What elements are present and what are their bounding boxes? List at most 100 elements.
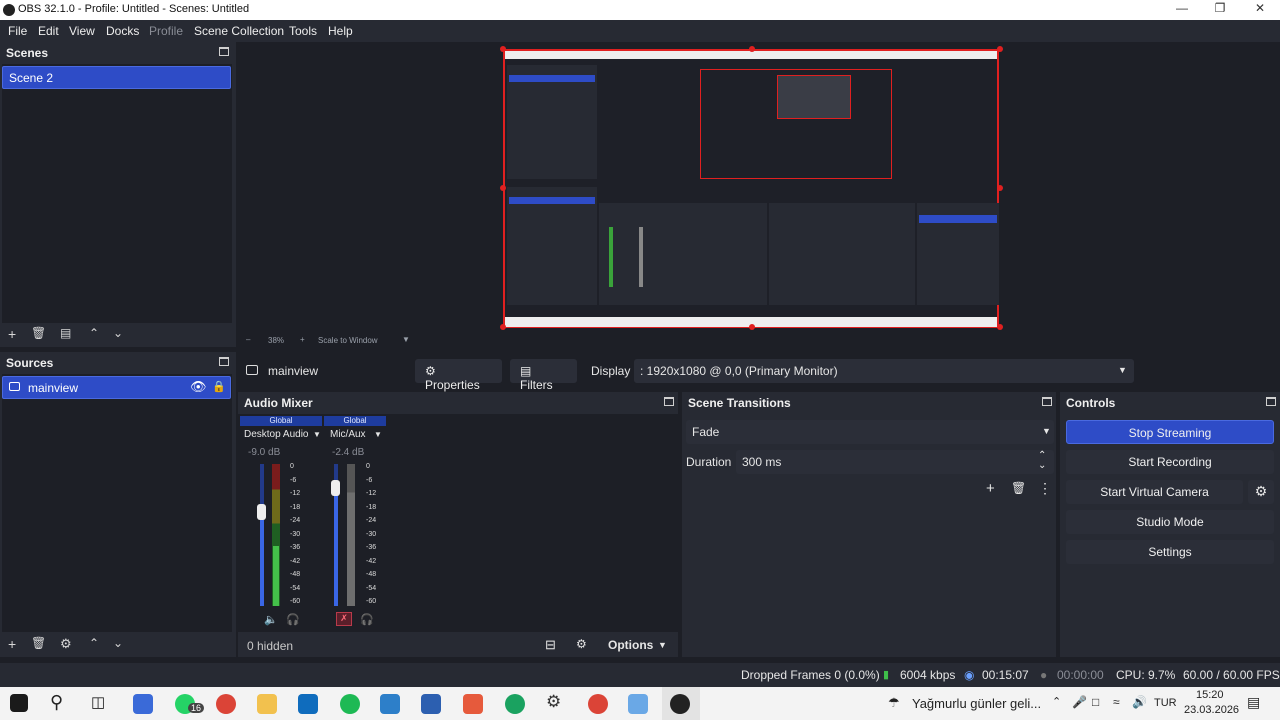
channel-name[interactable]: Desktop Audio — [244, 429, 309, 440]
clock-time[interactable]: 15:20 — [1196, 689, 1224, 701]
headphones-icon[interactable]: 🎧 — [360, 613, 374, 626]
store-icon[interactable] — [133, 694, 153, 714]
virtual-camera-settings-gear-icon[interactable]: ⚙ — [1248, 480, 1274, 504]
transform-handle[interactable] — [749, 46, 755, 52]
transform-handle[interactable] — [997, 46, 1003, 52]
scene-filters-icon[interactable]: ▤ — [60, 326, 71, 340]
volume-slider-handle[interactable] — [331, 480, 340, 496]
captured-screen-preview[interactable] — [503, 49, 999, 328]
task-view-icon[interactable]: ◫ — [91, 693, 105, 711]
scene-item[interactable]: Scene 2 — [2, 66, 231, 89]
remove-source-icon[interactable]: 🗑 — [31, 636, 46, 650]
display-select[interactable]: : 1920x1080 @ 0,0 (Primary Monitor) ▼ — [634, 359, 1134, 383]
start-virtual-camera-button[interactable]: Start Virtual Camera — [1066, 480, 1243, 504]
transform-handle[interactable] — [500, 324, 506, 330]
undock-icon[interactable] — [1042, 397, 1052, 406]
options-button[interactable]: Options — [608, 638, 653, 652]
preview-canvas[interactable] — [240, 42, 1280, 332]
spotify-icon[interactable] — [340, 694, 360, 714]
app-icon[interactable] — [463, 694, 483, 714]
menu-edit[interactable]: Edit — [38, 24, 59, 38]
undock-icon[interactable] — [664, 397, 674, 406]
transform-handle[interactable] — [997, 185, 1003, 191]
move-down-icon[interactable]: ⌄ — [113, 326, 123, 340]
filters-button[interactable]: ▤ Filters — [510, 359, 577, 392]
chevron-down-icon[interactable]: ▼ — [374, 430, 382, 439]
clock-date[interactable]: 23.03.2026 — [1184, 704, 1239, 716]
advanced-audio-icon[interactable]: ⚙ — [576, 637, 587, 651]
app-icon[interactable] — [628, 694, 648, 714]
muted-mic-icon[interactable]: ✗ — [336, 612, 352, 626]
microphone-icon[interactable]: 🎤 — [1072, 695, 1087, 709]
language-indicator[interactable]: TUR — [1154, 697, 1177, 709]
settings-gear-icon[interactable]: ⚙ — [546, 692, 561, 712]
menu-file[interactable]: File — [8, 24, 27, 38]
zoom-mode[interactable]: Scale to Window — [318, 336, 378, 345]
move-up-icon[interactable]: ⌃ — [89, 326, 99, 340]
search-icon[interactable]: ⚲ — [50, 692, 63, 713]
settings-button[interactable]: Settings — [1066, 540, 1274, 564]
add-transition-icon[interactable]: + — [986, 480, 995, 497]
volume-slider-handle[interactable] — [257, 504, 266, 520]
move-up-icon[interactable]: ⌃ — [89, 636, 99, 650]
chevron-down-icon[interactable]: ▼ — [658, 640, 667, 650]
volume-icon[interactable]: 🔊 — [1132, 695, 1147, 709]
close-icon[interactable]: ✕ — [1240, 1, 1280, 19]
zoom-in-icon[interactable]: + — [300, 335, 305, 344]
lock-icon[interactable]: 🔒 — [212, 380, 226, 393]
transition-properties-icon[interactable]: ⋮ — [1038, 480, 1052, 497]
menu-scene-collection[interactable]: Scene Collection — [194, 24, 284, 38]
properties-button[interactable]: ⚙ Properties — [415, 359, 502, 392]
chrome-icon[interactable] — [505, 694, 525, 714]
menu-docks[interactable]: Docks — [106, 24, 139, 38]
chevron-down-icon[interactable]: ▼ — [313, 430, 321, 439]
wifi-icon[interactable]: ≈ — [1113, 695, 1120, 709]
move-down-icon[interactable]: ⌄ — [113, 636, 123, 650]
zoom-out-icon[interactable]: – — [246, 335, 250, 344]
maximize-icon[interactable]: ❐ — [1200, 1, 1240, 19]
menu-view[interactable]: View — [69, 24, 95, 38]
add-source-icon[interactable]: + — [8, 636, 16, 652]
studio-mode-button[interactable]: Studio Mode — [1066, 510, 1274, 534]
weather-text[interactable]: Yağmurlu günler geli... — [912, 696, 1041, 711]
file-explorer-icon[interactable] — [257, 694, 277, 714]
windows-start-icon[interactable] — [10, 694, 28, 712]
transform-handle[interactable] — [500, 46, 506, 52]
roo-icon[interactable] — [421, 694, 441, 714]
source-properties-gear-icon[interactable]: ⚙ — [60, 636, 72, 652]
undock-icon[interactable] — [219, 357, 229, 366]
channel-name[interactable]: Mic/Aux — [330, 429, 366, 440]
source-item[interactable]: mainview 👁 🔒 — [2, 376, 231, 399]
menu-tools[interactable]: Tools — [289, 24, 317, 38]
visibility-eye-icon[interactable]: 👁 — [190, 379, 207, 395]
minimize-icon[interactable]: — — [1162, 1, 1202, 19]
hidden-count[interactable]: 0 hidden — [247, 639, 293, 653]
obs-taskbar-icon[interactable] — [670, 694, 690, 714]
chevron-up-icon[interactable]: ⌃ — [1052, 695, 1061, 708]
app-icon[interactable] — [380, 694, 400, 714]
transform-handle[interactable] — [997, 324, 1003, 330]
battery-icon[interactable]: □ — [1092, 695, 1099, 709]
notification-center-icon[interactable]: ▤ — [1247, 694, 1260, 711]
headphones-icon[interactable]: 🎧 — [286, 613, 300, 626]
start-recording-button[interactable]: Start Recording — [1066, 450, 1274, 474]
undock-icon[interactable] — [219, 47, 229, 56]
transition-select[interactable]: Fade ▼ — [686, 420, 1054, 444]
add-scene-icon[interactable]: + — [8, 326, 16, 342]
chrome-icon[interactable] — [216, 694, 236, 714]
zoom-dropdown-icon[interactable]: ▼ — [402, 335, 410, 344]
undock-icon[interactable] — [1266, 397, 1276, 406]
duration-spinbox[interactable]: 300 ms ⌃ ⌄ — [736, 450, 1054, 474]
menu-profile[interactable]: Profile — [149, 24, 183, 38]
chrome-icon[interactable] — [588, 694, 608, 714]
speaker-icon[interactable]: 🔈 — [264, 613, 278, 626]
outlook-icon[interactable] — [298, 694, 318, 714]
layout-toggle-icon[interactable]: ⊟ — [545, 637, 556, 653]
transform-handle[interactable] — [749, 324, 755, 330]
chevron-down-icon[interactable]: ⌄ — [1038, 460, 1046, 471]
transform-handle[interactable] — [500, 185, 506, 191]
remove-scene-icon[interactable]: 🗑 — [31, 326, 46, 340]
remove-transition-icon[interactable]: 🗑 — [1011, 481, 1026, 495]
stop-streaming-button[interactable]: Stop Streaming — [1066, 420, 1274, 444]
menu-help[interactable]: Help — [328, 24, 353, 38]
